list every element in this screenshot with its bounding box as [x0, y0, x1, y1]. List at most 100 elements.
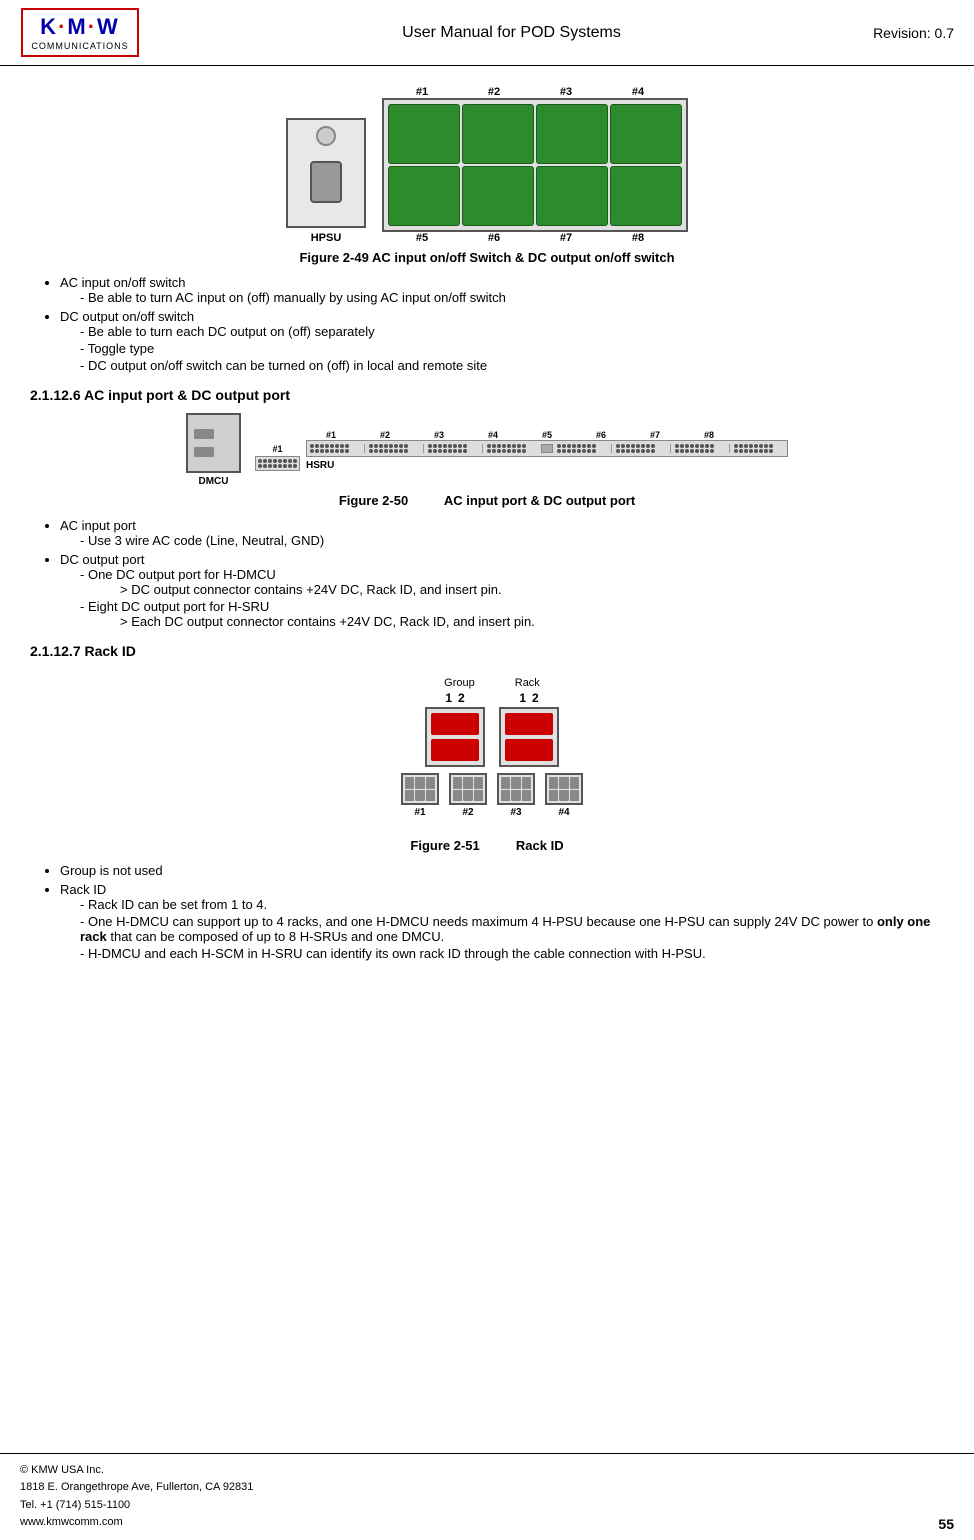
- rack-label: Rack: [515, 677, 540, 689]
- fig50-item1: AC input port Use 3 wire AC code (Line, …: [60, 518, 944, 548]
- figure-49-container: HPSU #1 #2 #3 #4: [30, 86, 944, 244]
- hsru-ports: [306, 440, 788, 457]
- port-dot: [283, 464, 287, 468]
- fig50-item2: DC output port One DC output port for H-…: [60, 552, 944, 629]
- bold-text: only one rack: [80, 914, 930, 944]
- port-dot: [258, 464, 262, 468]
- footer: © KMW USA Inc. 1818 E. Orangethrope Ave,…: [0, 1453, 974, 1540]
- dc-grid-top-labels: #1 #2 #3 #4: [386, 86, 674, 98]
- footer-company: © KMW USA Inc.: [20, 1462, 253, 1480]
- fig50-sub1-1: Use 3 wire AC code (Line, Neutral, GND): [80, 533, 944, 548]
- fig51-sub2-1: Rack ID can be set from 1 to 4.: [80, 897, 944, 912]
- fig49-bullets: AC input on/off switch Be able to turn A…: [60, 275, 944, 373]
- dmcu-body: [186, 413, 241, 473]
- port-dot: [293, 459, 297, 463]
- rack-switch-2: [499, 707, 559, 767]
- fig49-sub2-2: Toggle type: [80, 341, 944, 356]
- port-dot: [293, 464, 297, 468]
- logo-area: K·M·W COMMUNICATIONS: [10, 8, 150, 57]
- fig50-sub2-1-1: DC output connector contains +24V DC, Ra…: [120, 582, 944, 597]
- dc-cell-4: [610, 104, 682, 164]
- figure-51-text: Rack ID: [516, 838, 564, 853]
- hpsu-label: HPSU: [311, 232, 342, 244]
- fig50-bullets: AC input port Use 3 wire AC code (Line, …: [60, 518, 944, 629]
- header-title: User Manual for POD Systems: [150, 24, 873, 42]
- footer-address: 1818 E. Orangethrope Ave, Fullerton, CA …: [20, 1479, 253, 1497]
- fig49-item2: DC output on/off switch Be able to turn …: [60, 309, 944, 373]
- header-revision: Revision: 0.7: [873, 25, 954, 41]
- dc-grid-wrapper: #1 #2 #3 #4 #5 #6: [382, 86, 688, 244]
- dc-cell-8: [610, 166, 682, 226]
- rack-bottom-row: #1 #2: [401, 773, 583, 818]
- fig49-sub1-1: Be able to turn AC input on (off) manual…: [80, 290, 944, 305]
- rack-switch-1: [425, 707, 485, 767]
- port-dot: [258, 459, 262, 463]
- rack-switch-slot-1: [431, 713, 479, 735]
- fig51-item1: Group is not used: [60, 863, 944, 878]
- fig51-item2: Rack ID Rack ID can be set from 1 to 4. …: [60, 882, 944, 961]
- footer-tel: Tel. +1 (714) 515-1100: [20, 1497, 253, 1515]
- dc-cell-5: [388, 166, 460, 226]
- rack-bottom-body-3: [497, 773, 535, 805]
- fig49-item1: AC input on/off switch Be able to turn A…: [60, 275, 944, 305]
- rack-switch-bodies: [425, 707, 559, 767]
- section-2-1-12-7: 2.1.12.7 Rack ID: [30, 643, 944, 659]
- rack-bottom-body-1: [401, 773, 439, 805]
- rack-bottom-item-4: #4: [545, 773, 583, 818]
- footer-left: © KMW USA Inc. 1818 E. Orangethrope Ave,…: [20, 1462, 253, 1532]
- figure-50-container: DMCU #1: [30, 413, 944, 487]
- footer-page: 55: [938, 1516, 954, 1532]
- header: K·M·W COMMUNICATIONS User Manual for POD…: [0, 0, 974, 66]
- port-dot: [288, 459, 292, 463]
- figure-51-num: Figure 2-51: [410, 838, 479, 853]
- fig49-sub2-3: DC output on/off switch can be turned on…: [80, 358, 944, 373]
- rack-bottom-label-4: #4: [558, 807, 569, 818]
- figure-51-container: Group Rack 1 2 1 2: [30, 669, 944, 832]
- hsru-label: HSRU: [306, 460, 334, 471]
- rack-switch-slot-3: [505, 713, 553, 735]
- figure-50-num: Figure 2-50: [339, 493, 408, 508]
- figure-51-caption: Figure 2-51 Rack ID: [30, 838, 944, 853]
- rack-bottom-label-1: #1: [414, 807, 425, 818]
- figure-50-caption: Figure 2-50 AC input port & DC output po…: [30, 493, 944, 508]
- dmcu-slot-2: [194, 447, 214, 457]
- port-dot: [273, 464, 277, 468]
- hpsu-unit: HPSU: [286, 118, 366, 244]
- dc-cell-3: [536, 104, 608, 164]
- rack-bottom-item-1: #1: [401, 773, 439, 818]
- hsru-ports-wrapper: #1: [255, 430, 788, 471]
- rack-bottom-body-4: [545, 773, 583, 805]
- group-rack-labels: Group Rack: [444, 677, 540, 689]
- dc-cell-7: [536, 166, 608, 226]
- fig49-sub2-1: Be able to turn each DC output on (off) …: [80, 324, 944, 339]
- rack-bottom-label-3: #3: [510, 807, 521, 818]
- section-2-1-12-6: 2.1.12.6 AC input port & DC output port: [30, 387, 944, 403]
- hsru-port-labels: #1 #2 #3 #4 #5 #6 #7 #8: [306, 430, 734, 440]
- figure-50-text: AC input port & DC output port: [444, 493, 635, 508]
- rack-id-figure: Group Rack 1 2 1 2: [391, 677, 583, 824]
- hpsu-switch: [310, 161, 342, 203]
- dc-cell-2: [462, 104, 534, 164]
- port-dot: [288, 464, 292, 468]
- port-dot: [273, 459, 277, 463]
- dc-grid-bottom-labels: #5 #6 #7 #8: [386, 232, 674, 244]
- group-label: Group: [444, 677, 475, 689]
- dc-switch-grid: [382, 98, 688, 232]
- rack-bottom-item-2: #2: [449, 773, 487, 818]
- rack-switch-slot-2: [431, 739, 479, 761]
- rack-switch-slot-4: [505, 739, 553, 761]
- rack-bottom-label-2: #2: [462, 807, 473, 818]
- hpsu-body: [286, 118, 366, 228]
- logo-box: K·M·W COMMUNICATIONS: [21, 8, 138, 57]
- fig50-sub2-2: Eight DC output port for H-SRU Each DC o…: [80, 599, 944, 629]
- dc-cell-6: [462, 166, 534, 226]
- dc-cell-1: [388, 104, 460, 164]
- port-dot: [268, 464, 272, 468]
- logo-comm: COMMUNICATIONS: [31, 41, 128, 51]
- figure-49-caption: Figure 2-49 AC input on/off Switch & DC …: [30, 250, 944, 265]
- rack-bottom-body-2: [449, 773, 487, 805]
- dmcu-port-group: #1: [255, 444, 300, 471]
- content: HPSU #1 #2 #3 #4: [0, 66, 974, 977]
- port-dot: [278, 464, 282, 468]
- port-dot: [283, 459, 287, 463]
